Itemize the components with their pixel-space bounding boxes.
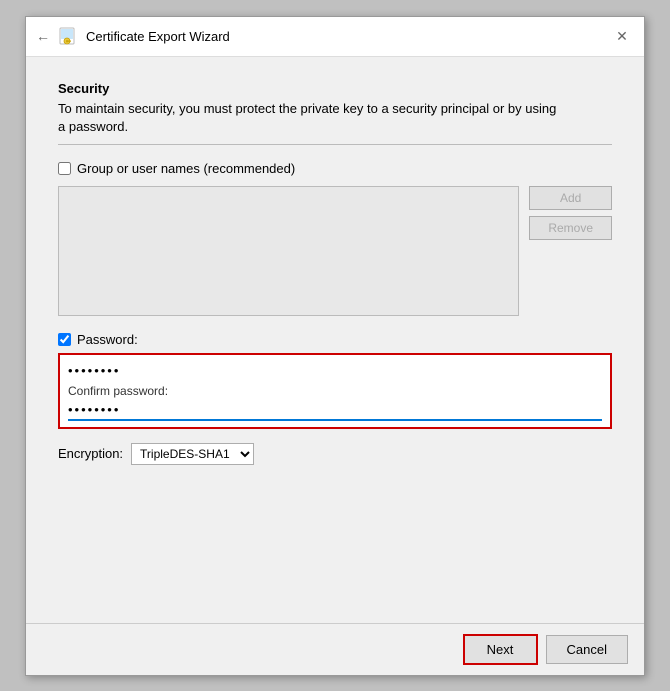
back-arrow-button[interactable]: ← — [36, 28, 50, 44]
password-checkbox[interactable] — [58, 333, 71, 346]
dialog-content: Security To maintain security, you must … — [26, 57, 644, 623]
encryption-row: Encryption: TripleDES-SHA1 AES256-SHA256 — [58, 443, 612, 465]
encryption-label: Encryption: — [58, 446, 123, 461]
certificate-icon — [58, 26, 78, 46]
password-checkbox-row: Password: — [58, 332, 612, 347]
add-button[interactable]: Add — [529, 186, 612, 210]
password-field-inner: Confirm password: — [68, 361, 602, 421]
security-description: To maintain security, you must protect t… — [58, 100, 612, 136]
confirm-label: Confirm password: — [68, 384, 602, 398]
close-button[interactable]: ✕ — [610, 24, 634, 48]
title-bar: ← Certificate Export Wizard ✕ — [26, 17, 644, 57]
group-checkbox[interactable] — [58, 162, 71, 175]
remove-button[interactable]: Remove — [529, 216, 612, 240]
password-checkbox-label[interactable]: Password: — [77, 332, 138, 347]
section-divider — [58, 144, 612, 145]
security-section-title: Security — [58, 81, 612, 96]
dialog-title: Certificate Export Wizard — [86, 29, 230, 44]
password-input[interactable] — [68, 361, 602, 380]
group-list-buttons: Add Remove — [529, 186, 612, 316]
password-section: Password: Confirm password: — [58, 332, 612, 429]
certificate-export-wizard-dialog: ← Certificate Export Wizard ✕ Security T… — [25, 16, 645, 676]
group-checkbox-label[interactable]: Group or user names (recommended) — [77, 161, 295, 176]
confirm-input-wrapper — [68, 400, 602, 421]
title-bar-left: ← Certificate Export Wizard — [36, 26, 230, 46]
encryption-select[interactable]: TripleDES-SHA1 AES256-SHA256 — [131, 443, 254, 465]
password-field-box: Confirm password: — [58, 353, 612, 429]
confirm-password-input[interactable] — [68, 400, 602, 419]
group-list-area: Add Remove — [58, 186, 612, 316]
group-checkbox-row: Group or user names (recommended) — [58, 161, 612, 176]
cancel-button[interactable]: Cancel — [546, 635, 628, 664]
group-listbox[interactable] — [58, 186, 519, 316]
dialog-footer: Next Cancel — [26, 623, 644, 675]
next-button[interactable]: Next — [463, 634, 538, 665]
